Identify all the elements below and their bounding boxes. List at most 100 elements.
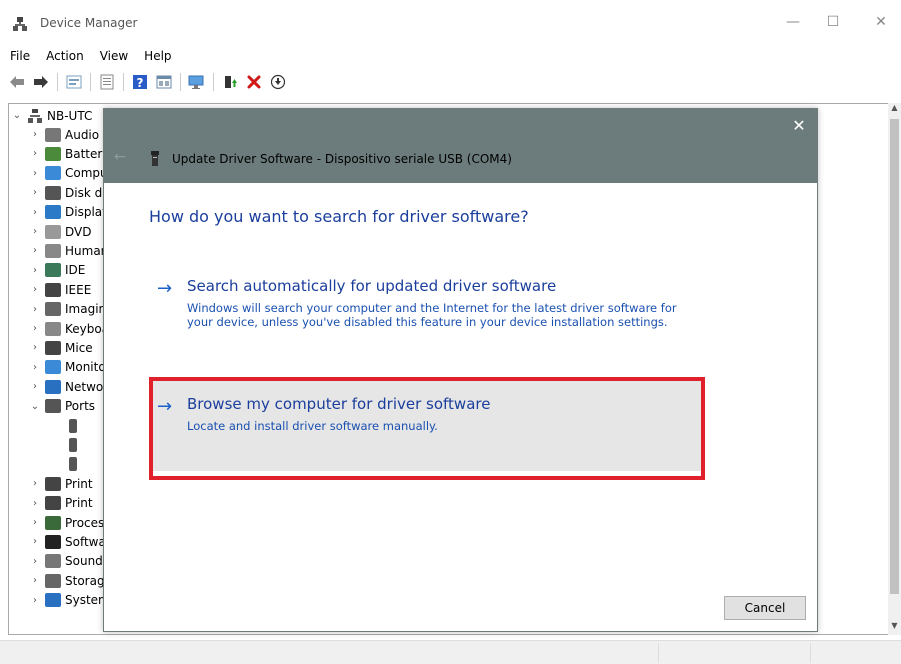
- maximize-button[interactable]: ☐: [818, 10, 848, 34]
- tree-category[interactable]: › Sound: [29, 552, 103, 571]
- help-icon: ?: [133, 75, 147, 90]
- tree-item-label: Human: [65, 243, 109, 258]
- expand-chevron-icon[interactable]: ›: [29, 342, 41, 353]
- scrollbar-thumb[interactable]: [890, 119, 899, 594]
- dialog-close-button[interactable]: ✕: [788, 115, 810, 137]
- tree-item-label: DVD: [65, 224, 92, 239]
- expand-chevron-icon[interactable]: ›: [29, 556, 41, 567]
- usb-device-icon: [151, 151, 159, 166]
- tree-category[interactable]: ⌄ Ports: [29, 397, 95, 416]
- cancel-button[interactable]: Cancel: [724, 596, 806, 620]
- expand-chevron-icon[interactable]: ›: [29, 536, 41, 547]
- port-device-icon: [69, 418, 77, 433]
- expand-chevron-icon[interactable]: ›: [29, 595, 41, 606]
- expand-chevron-icon[interactable]: ›: [29, 226, 41, 237]
- minimize-button[interactable]: —: [778, 10, 808, 34]
- back-button[interactable]: [6, 71, 28, 93]
- close-button[interactable]: ✕: [866, 10, 896, 34]
- toolbar-separator: [123, 73, 124, 91]
- option-title: Search automatically for updated driver …: [187, 277, 557, 295]
- menu-help[interactable]: Help: [136, 45, 179, 67]
- scan-hardware-button[interactable]: [186, 71, 208, 93]
- expand-chevron-icon[interactable]: ›: [29, 517, 41, 528]
- expand-chevron-icon[interactable]: ›: [29, 323, 41, 334]
- expand-chevron-icon[interactable]: ›: [29, 381, 41, 392]
- tree-category[interactable]: › Mice: [29, 338, 93, 357]
- tree-category[interactable]: › IEEE: [29, 280, 91, 299]
- tree-category[interactable]: › DVD: [29, 222, 91, 241]
- dialog-question: How do you want to search for driver sof…: [149, 207, 529, 226]
- processor-icon: [45, 515, 61, 530]
- tree-item-label: IDE: [65, 263, 86, 278]
- properties-icon: [66, 75, 82, 89]
- expand-chevron-icon[interactable]: ›: [29, 265, 41, 276]
- collapse-chevron-icon[interactable]: ⌄: [29, 401, 41, 412]
- network-icon: [45, 379, 61, 394]
- tree-category[interactable]: › Imaging: [29, 300, 114, 319]
- tree-root[interactable]: ⌄ NB-UTC: [11, 106, 92, 125]
- tree-item-label: Audio: [65, 127, 100, 142]
- dvd-icon: [45, 224, 61, 239]
- show-hidden-button[interactable]: [96, 71, 118, 93]
- scroll-up-icon[interactable]: ▲: [888, 103, 901, 117]
- expand-chevron-icon[interactable]: ›: [29, 284, 41, 295]
- storage-icon: [45, 573, 61, 588]
- toolbar: ?: [0, 69, 901, 95]
- tree-child-item[interactable]: [65, 416, 81, 435]
- properties-button[interactable]: [63, 71, 85, 93]
- monitor-icon: [45, 360, 61, 375]
- forward-button[interactable]: [30, 71, 52, 93]
- status-segment: [810, 643, 901, 663]
- expand-chevron-icon[interactable]: ›: [29, 207, 41, 218]
- resources-button[interactable]: [153, 71, 175, 93]
- mouse-icon: [45, 340, 61, 355]
- scroll-down-icon[interactable]: ▼: [888, 621, 901, 635]
- tree-category[interactable]: › Audio: [29, 125, 99, 144]
- ieee-icon: [45, 282, 61, 297]
- tree-category[interactable]: › Human: [29, 241, 108, 260]
- expand-chevron-icon[interactable]: ›: [29, 148, 41, 159]
- show-hidden-icon: [100, 74, 114, 90]
- port-device-icon: [69, 437, 77, 452]
- collapse-chevron-icon[interactable]: ⌄: [11, 110, 23, 121]
- system-icon: [45, 593, 61, 608]
- uninstall-button[interactable]: [243, 71, 265, 93]
- disk-icon: [45, 185, 61, 200]
- update-driver-button[interactable]: [219, 71, 241, 93]
- menu-view[interactable]: View: [92, 45, 136, 67]
- expand-chevron-icon[interactable]: ›: [29, 575, 41, 586]
- tree-scrollbar[interactable]: ▲ ▼: [888, 103, 901, 635]
- computer-icon: [45, 166, 61, 181]
- tree-root-label: NB-UTC: [47, 108, 93, 123]
- help-button[interactable]: ?: [129, 71, 151, 93]
- tree-category[interactable]: › IDE: [29, 261, 85, 280]
- display-icon: [45, 205, 61, 220]
- menu-file[interactable]: File: [0, 45, 38, 67]
- tree-category[interactable]: › Print: [29, 494, 93, 513]
- status-bar: [0, 640, 901, 664]
- menu-action[interactable]: Action: [38, 45, 92, 67]
- expand-chevron-icon[interactable]: ›: [29, 129, 41, 140]
- dialog-back-button[interactable]: ←: [114, 149, 132, 167]
- search-automatically-option[interactable]: → Search automatically for updated drive…: [149, 277, 699, 357]
- scan-hardware-icon: [188, 75, 204, 89]
- expand-chevron-icon[interactable]: ›: [29, 187, 41, 198]
- port-icon: [45, 399, 61, 414]
- expand-chevron-icon[interactable]: ›: [29, 168, 41, 179]
- title-bar: Device Manager — ☐ ✕: [0, 0, 901, 40]
- update-driver-icon: [225, 76, 237, 88]
- tree-child-item[interactable]: [65, 455, 81, 474]
- back-icon: [10, 76, 24, 88]
- expand-chevron-icon[interactable]: ›: [29, 478, 41, 489]
- tree-child-item[interactable]: [65, 435, 81, 454]
- expand-chevron-icon[interactable]: ›: [29, 498, 41, 509]
- tree-category[interactable]: › Print: [29, 474, 93, 493]
- svg-text:?: ?: [137, 76, 144, 90]
- enable-device-button[interactable]: [267, 71, 289, 93]
- expand-chevron-icon[interactable]: ›: [29, 245, 41, 256]
- expand-chevron-icon[interactable]: ›: [29, 304, 41, 315]
- tree-category[interactable]: › Storage: [29, 571, 112, 590]
- keyboard-icon: [45, 321, 61, 336]
- ide-icon: [45, 263, 61, 278]
- expand-chevron-icon[interactable]: ›: [29, 362, 41, 373]
